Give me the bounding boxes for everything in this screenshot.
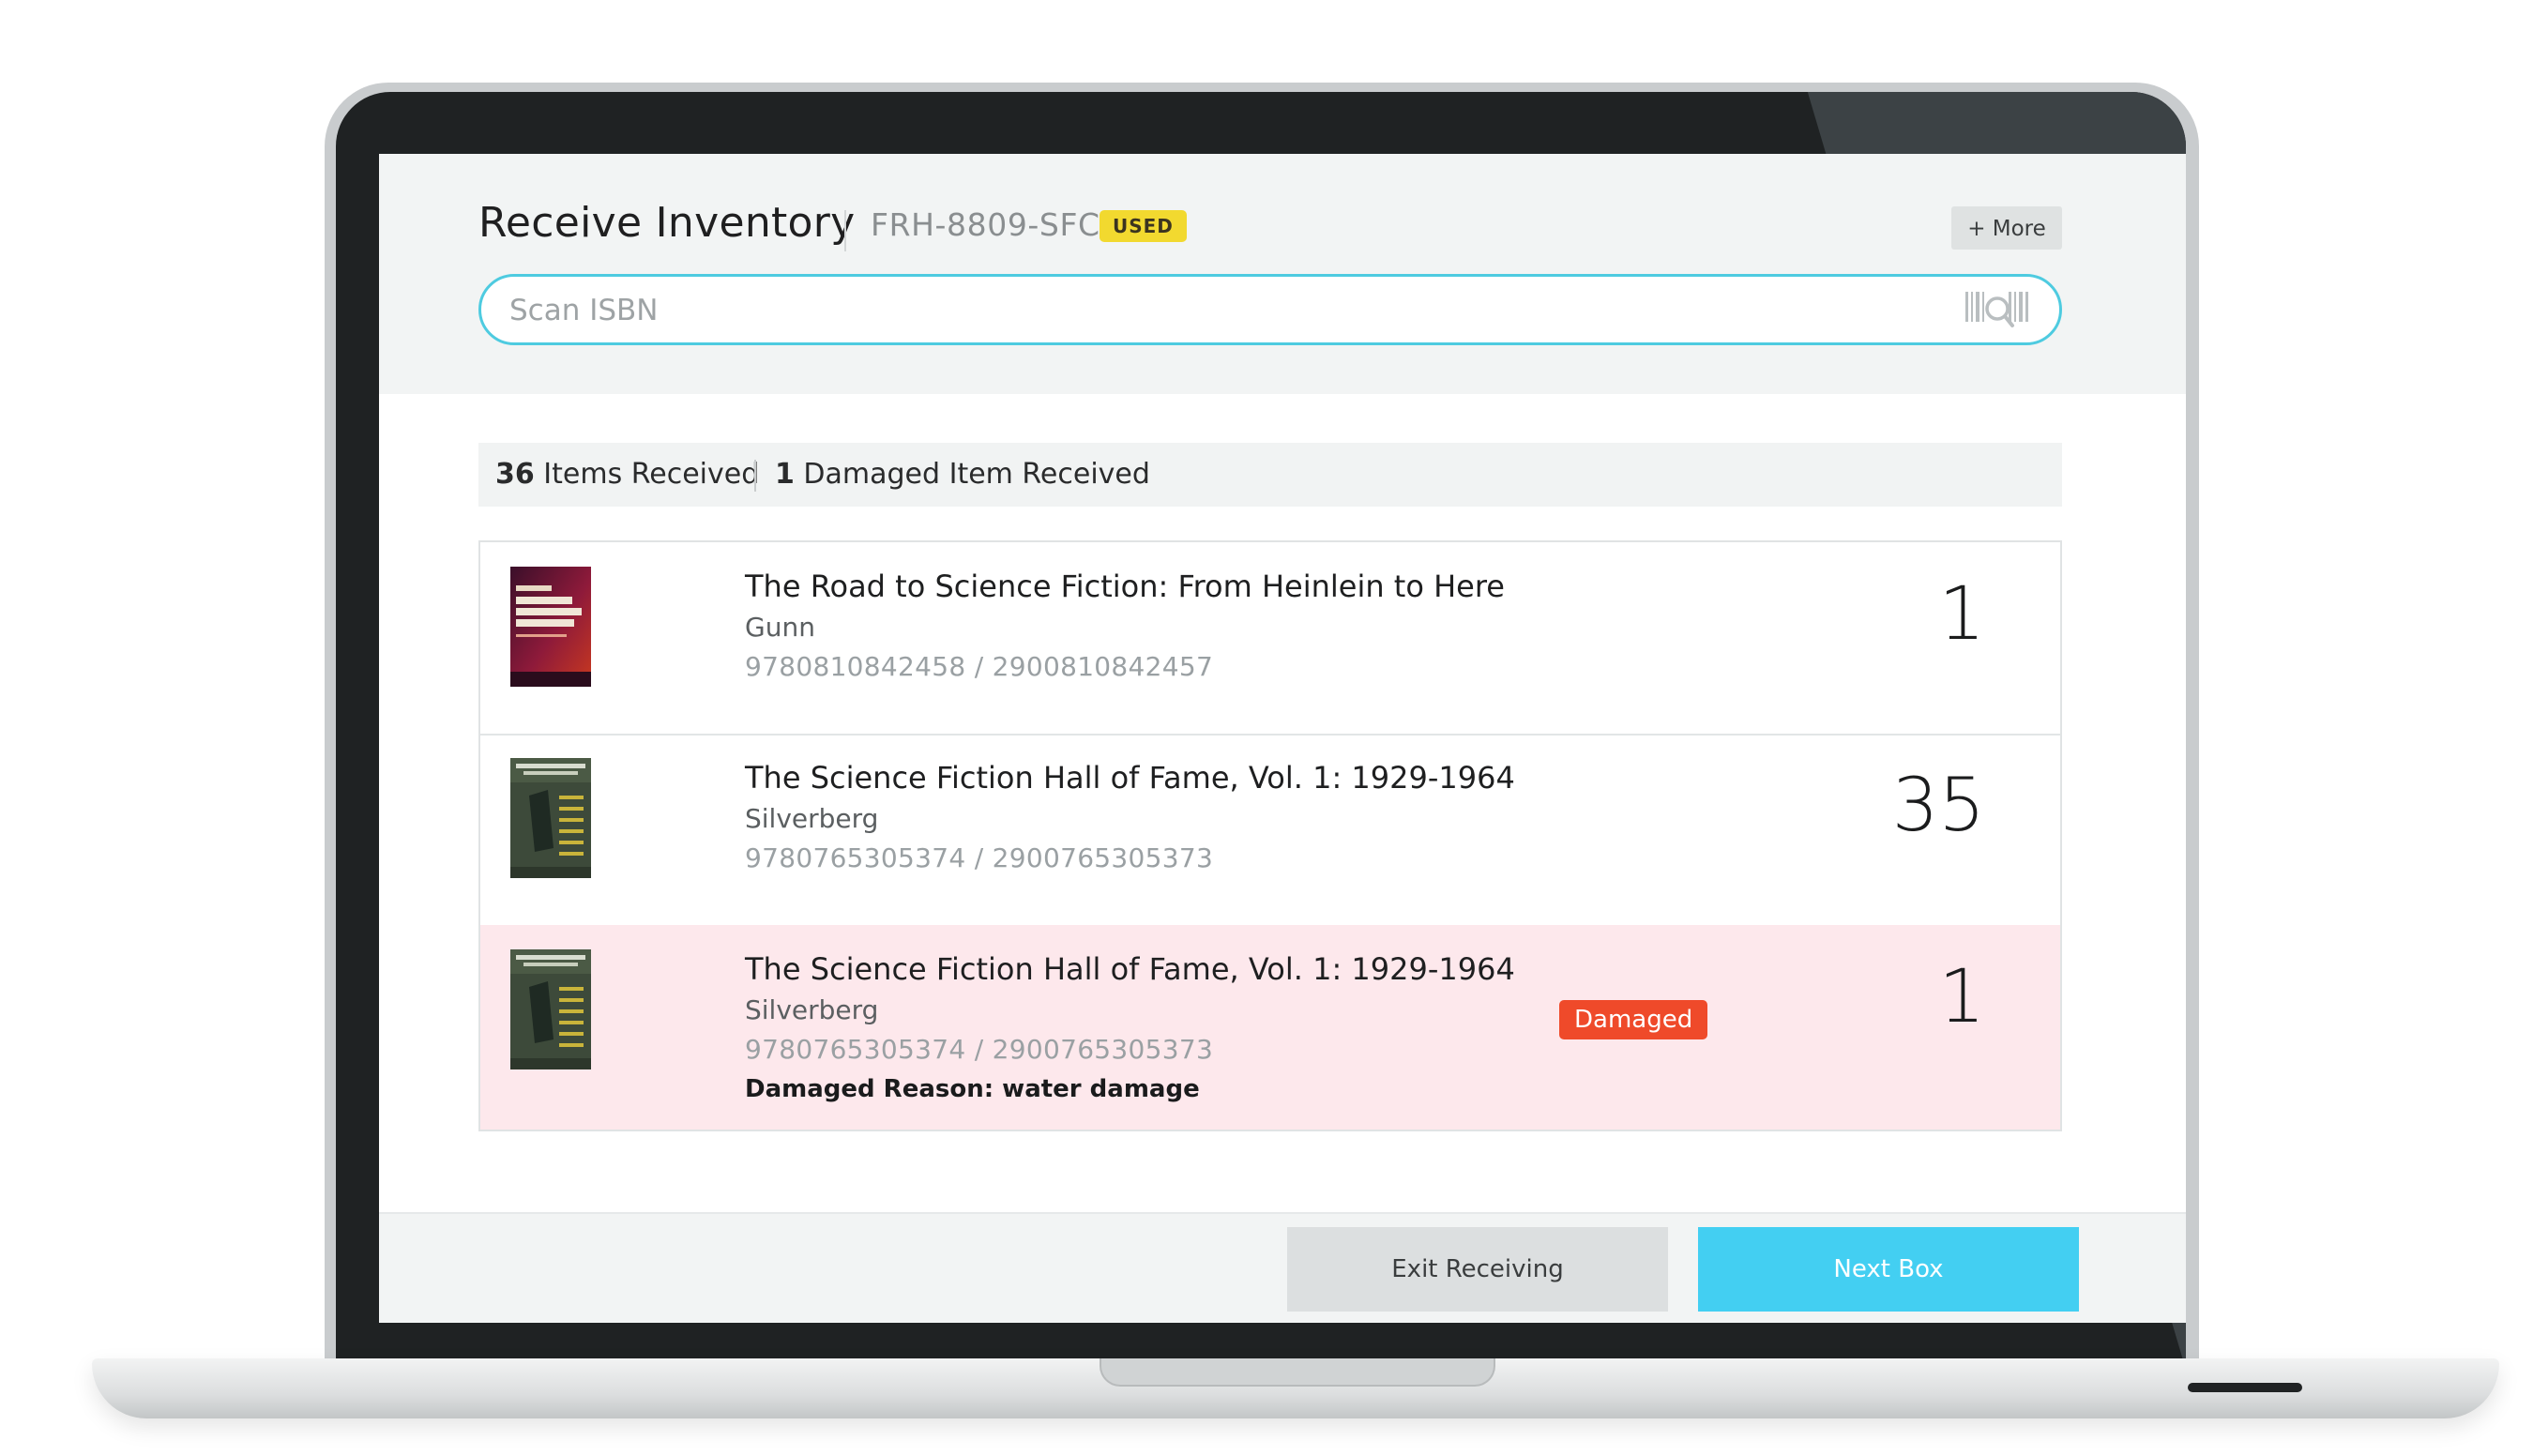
items-received-summary: 36 Items Received (495, 443, 759, 507)
page-title: Receive Inventory (478, 199, 856, 247)
list-item[interactable]: The Road to Science Fiction: From Heinle… (480, 542, 2060, 736)
book-isbn: 9780810842458 / 2900810842457 (745, 651, 1214, 682)
exit-receiving-button[interactable]: Exit Receiving (1287, 1227, 1668, 1312)
items-received-count: 36 (495, 458, 535, 491)
next-box-button[interactable]: Next Box (1698, 1227, 2079, 1312)
received-items-list: The Road to Science Fiction: From Heinle… (478, 540, 2062, 1131)
book-cover-science-fiction-hall-of-fame-icon (510, 949, 591, 1069)
book-title: The Road to Science Fiction: From Heinle… (745, 569, 1505, 604)
book-title: The Science Fiction Hall of Fame, Vol. 1… (745, 951, 1515, 987)
scan-isbn-input[interactable] (508, 277, 1937, 344)
book-author: Silverberg (745, 803, 879, 834)
more-button[interactable]: + More (1951, 206, 2062, 250)
book-author: Silverberg (745, 994, 879, 1025)
book-isbn: 9780765305374 / 2900765305373 (745, 1034, 1214, 1065)
laptop-base-notch (1100, 1358, 1495, 1387)
scan-isbn-field[interactable] (478, 274, 2062, 345)
title-divider (844, 210, 846, 251)
header-area: Receive Inventory FRH-8809-SFC USED + Mo… (379, 154, 2186, 394)
damaged-received-label: Damaged Item Received (803, 458, 1150, 491)
list-item[interactable]: The Science Fiction Hall of Fame, Vol. 1… (480, 734, 2060, 927)
item-quantity: 1 (1938, 572, 1985, 657)
damaged-received-summary: 1 Damaged Item Received (775, 443, 1150, 507)
box-reference-code: FRH-8809-SFC (871, 206, 1100, 243)
book-isbn: 9780765305374 / 2900765305373 (745, 842, 1214, 873)
item-quantity: 35 (1891, 764, 1985, 848)
app-screen: Receive Inventory FRH-8809-SFC USED + Mo… (379, 154, 2186, 1323)
item-quantity: 1 (1938, 955, 1985, 1039)
book-author: Gunn (745, 612, 815, 643)
damaged-status-badge: Damaged (1559, 1000, 1708, 1039)
summary-divider (754, 460, 756, 492)
book-title: The Science Fiction Hall of Fame, Vol. 1… (745, 760, 1515, 796)
receiving-summary: 36 Items Received 1 Damaged Item Receive… (478, 443, 2062, 507)
barcode-scan-icon[interactable] (1965, 288, 2033, 333)
book-cover-science-fiction-hall-of-fame-icon (510, 758, 591, 878)
book-cover-road-to-science-fiction-icon (510, 567, 591, 687)
list-item-damaged[interactable]: The Science Fiction Hall of Fame, Vol. 1… (480, 925, 2060, 1130)
condition-badge: USED (1100, 210, 1187, 242)
footer-actions: Exit Receiving Next Box (379, 1212, 2186, 1323)
items-received-label: Items Received (543, 458, 760, 491)
laptop-base-slot (2188, 1383, 2302, 1392)
damage-reason: Damaged Reason: water damage (745, 1075, 1200, 1103)
damaged-received-count: 1 (775, 458, 795, 491)
